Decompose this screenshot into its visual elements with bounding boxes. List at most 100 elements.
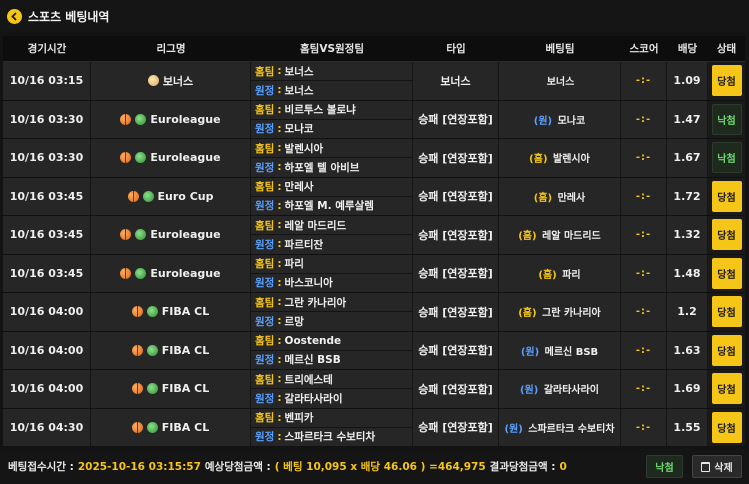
home-team: Oostende [284, 334, 342, 347]
status-badge: 당첨 [711, 411, 742, 443]
match-time: 10/16 04:00 [3, 293, 91, 331]
basketball-icon [131, 421, 143, 433]
home-tag: 홈팀 [255, 181, 275, 194]
globe-icon [135, 267, 147, 279]
league-name: FIBA CL [161, 343, 210, 357]
table-row: 10/16 03:15 보너스 홈팀: 보너스 원정: 보너스 보너스 보너스 -:- 1.09… [3, 62, 745, 101]
status-badge: 당첨 [711, 296, 742, 328]
away-team: 바스코니아 [284, 277, 333, 290]
status-cell: 당첨 [708, 408, 745, 446]
away-team-line: 원정: 스파르타크 수보티차 [251, 426, 412, 446]
result-label: 결과당첨금액 : [489, 461, 556, 473]
away-tag: 원정 [255, 200, 275, 213]
away-team: 하포엘 M. 예루살렘 [284, 200, 374, 213]
pick-side-tag: (홈) [538, 269, 557, 281]
teams-cell: 홈팀: 파리 원정: 바스코니아 [251, 254, 413, 292]
teams-cell: 홈팀: 트리에스테 원정: 갈라타사라이 [251, 370, 413, 408]
league-name: Euroleague [150, 228, 221, 242]
table-row: 10/16 03:45 Euro Cup 홈팀: 만레사 원정: 하포엘 M. 예루살렘 승… [3, 177, 745, 216]
home-team-line: 홈팀: 트리에스테 [251, 370, 412, 389]
trash-icon [701, 461, 711, 472]
pick-side-tag: (원) [519, 385, 539, 397]
score-value: -:- [635, 190, 652, 202]
pick-team: 그란 카나리아 [542, 308, 601, 320]
bet-pick: (원) 메르신 BSB [499, 331, 621, 369]
col-pick: 베팅팀 [545, 43, 575, 55]
home-tag: 홈팀 [255, 296, 275, 309]
status-cell: 낙첨 [708, 139, 745, 177]
bet-pick: 보너스 [499, 62, 621, 100]
away-tag: 원정 [255, 84, 275, 97]
bet-pick: (홈) 그란 카나리아 [499, 293, 621, 331]
globe-icon [135, 229, 147, 241]
league-cell: Euro Cup [91, 177, 251, 215]
league-cell: FIBA CL [91, 331, 251, 369]
globe-icon [142, 190, 154, 202]
score-value: -:- [635, 113, 652, 125]
delete-button[interactable]: 삭제 [692, 455, 742, 478]
status-cell: 낙첨 [708, 100, 745, 138]
home-team: 파리 [284, 258, 304, 271]
expected-value: ( 베팅 10,095 x 배당 46.06 ) =464,975 [274, 461, 486, 473]
score-cell: -:- [621, 177, 667, 215]
back-arrow-icon[interactable] [7, 8, 22, 24]
table-row: 10/16 03:30 Euroleague 홈팀: 비르투스 볼로냐 원정: 모나코 승패… [3, 100, 745, 139]
league-name: Euro Cup [157, 189, 214, 203]
teams-cell: 홈팀: 비르투스 볼로냐 원정: 모나코 [251, 100, 413, 138]
betting-table: 경기시간 리그명 홈팀VS원정팀 타입 베팅팀 스코어 배당 상태 10/16 … [3, 36, 745, 447]
league-cell: Euroleague [91, 139, 251, 177]
pick-team: 만레사 [557, 192, 586, 204]
status-cell: 당첨 [708, 293, 745, 331]
score-value: -:- [635, 267, 652, 279]
away-team-line: 원정: 파르티잔 [251, 234, 412, 254]
home-team-line: 홈팀: 만레사 [251, 177, 412, 196]
pick-team: 파리 [562, 269, 581, 281]
status-cell: 당첨 [708, 62, 745, 100]
odds-value: 1.47 [667, 100, 708, 138]
away-team-line: 원정: 하포엘 M. 예루살렘 [251, 195, 412, 215]
home-team: 트리에스테 [284, 373, 333, 386]
match-time: 10/16 04:30 [3, 408, 91, 446]
match-time: 10/16 03:45 [3, 254, 91, 292]
league-cell: FIBA CL [91, 293, 251, 331]
status-badge: 당첨 [711, 65, 742, 97]
table-row: 10/16 04:00 FIBA CL 홈팀: Oostende 원정: 메르신 BSB 승… [3, 331, 745, 370]
match-time: 10/16 04:00 [3, 370, 91, 408]
table-row: 10/16 04:00 FIBA CL 홈팀: 트리에스테 원정: 갈라타사라이 승패 [연… [3, 370, 745, 409]
score-cell: -:- [621, 100, 667, 138]
score-value: -:- [635, 152, 652, 164]
result-value: 0 [559, 460, 567, 473]
away-team: 메르신 BSB [284, 354, 341, 367]
away-team: 모나코 [284, 123, 314, 136]
home-team: 보너스 [284, 65, 314, 78]
delete-button-label: 삭제 [714, 463, 733, 474]
home-team-line: 홈팀: 그란 카나리아 [251, 293, 412, 312]
away-team-line: 원정: 메르신 BSB [251, 349, 412, 369]
away-team-line: 원정: 바스코니아 [251, 272, 412, 292]
status-badge: 당첨 [711, 334, 742, 366]
odds-value: 1.48 [667, 254, 708, 292]
status-badge: 낙첨 [711, 103, 742, 135]
away-tag: 원정 [255, 238, 275, 251]
odds-value: 1.63 [667, 331, 708, 369]
status-cell: 당첨 [708, 216, 745, 254]
odds-value: 1.67 [667, 139, 708, 177]
away-team-line: 원정: 갈라타사라이 [251, 388, 412, 408]
table-row: 10/16 03:45 Euroleague 홈팀: 파리 원정: 바스코니아 승패 [연장… [3, 254, 745, 293]
status-badge: 당첨 [711, 180, 742, 212]
globe-icon [146, 383, 158, 395]
teams-cell: 홈팀: 발렌시아 원정: 하포엘 텔 아비브 [251, 139, 413, 177]
basketball-icon [131, 383, 143, 395]
pick-team: 보너스 [546, 77, 575, 89]
score-cell: -:- [621, 408, 667, 446]
bet-type: 승패 [연장포함] [413, 216, 499, 254]
league-name: Euroleague [150, 151, 221, 165]
home-team: 발렌시아 [284, 142, 324, 155]
table-header: 경기시간 리그명 홈팀VS원정팀 타입 베팅팀 스코어 배당 상태 [3, 36, 745, 62]
home-team-line: 홈팀: 비르투스 볼로냐 [251, 100, 412, 119]
pick-side-tag: (홈) [533, 192, 553, 204]
score-value: -:- [635, 306, 652, 318]
col-score: 스코어 [629, 43, 659, 55]
home-team-line: 홈팀: 벤피카 [251, 408, 412, 427]
bet-type: 승패 [연장포함] [413, 254, 499, 292]
